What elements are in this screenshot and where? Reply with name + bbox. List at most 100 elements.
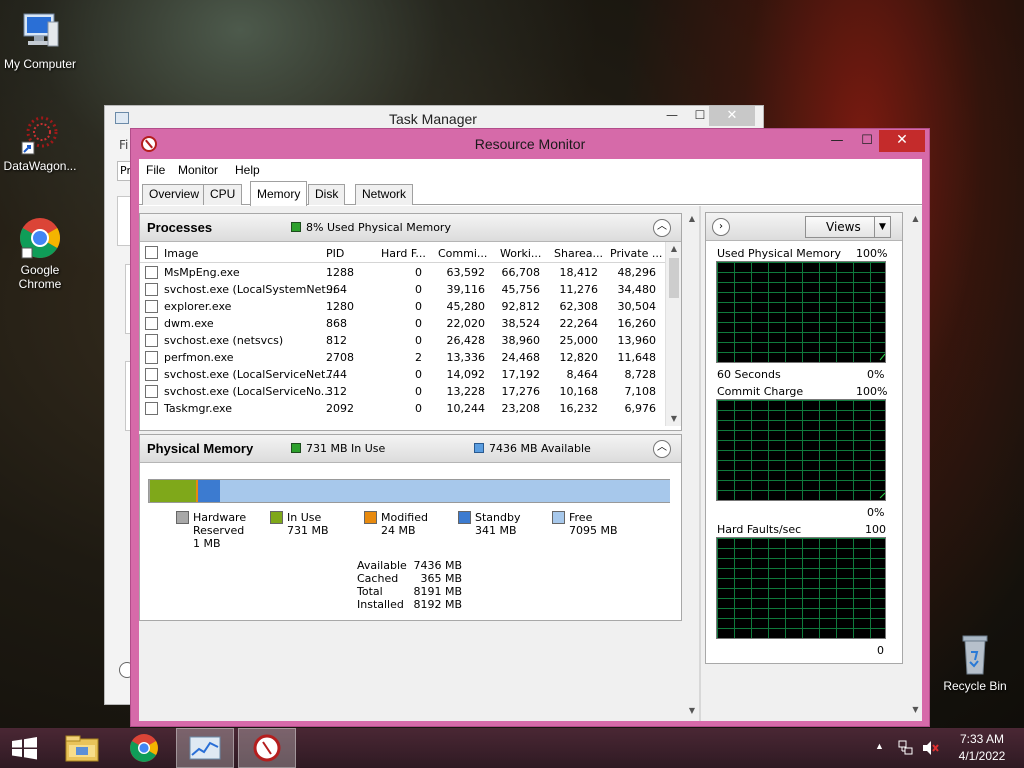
select-all-checkbox[interactable] bbox=[145, 246, 158, 259]
row-checkbox[interactable] bbox=[145, 368, 158, 381]
row-checkbox[interactable] bbox=[145, 351, 158, 364]
taskbar-chrome[interactable] bbox=[116, 728, 174, 768]
scroll-up-arrow-icon[interactable]: ▲ bbox=[666, 242, 682, 256]
left-pane-scrollbar[interactable]: ▲ ▼ bbox=[685, 212, 699, 718]
column-hard-faults[interactable]: Hard F... bbox=[381, 247, 426, 260]
row-checkbox[interactable] bbox=[145, 266, 158, 279]
close-button[interactable]: ✕ bbox=[879, 130, 925, 152]
menu-file[interactable]: File bbox=[146, 163, 165, 177]
tab-disk[interactable]: Disk bbox=[308, 184, 346, 205]
processes-section: Processes 8% Used Physical Memory ︿ Imag… bbox=[139, 213, 682, 431]
tab-cpu[interactable]: CPU bbox=[203, 184, 243, 205]
table-row[interactable]: svchost.exe (LocalSystemNet... 964 0 39,116… bbox=[140, 281, 666, 298]
table-cell: 0 bbox=[415, 402, 422, 415]
pane-splitter[interactable] bbox=[699, 206, 701, 721]
menu-help[interactable]: Help bbox=[235, 163, 260, 177]
column-shareable[interactable]: Sharea... bbox=[554, 247, 603, 260]
volume-muted-icon[interactable] bbox=[921, 739, 939, 760]
desktop-icon-my-computer[interactable]: My Computer bbox=[0, 10, 80, 71]
menu-monitor[interactable]: Monitor bbox=[178, 163, 218, 177]
minimize-button[interactable]: — bbox=[823, 131, 851, 153]
row-checkbox[interactable] bbox=[145, 402, 158, 415]
stat-label: Installed bbox=[357, 598, 404, 611]
column-working-set[interactable]: Worki... bbox=[500, 247, 541, 260]
graphs-scrollbar[interactable]: ▲ ▼ bbox=[909, 212, 922, 717]
table-cell: 45,756 bbox=[501, 283, 541, 296]
table-cell: 48,296 bbox=[617, 266, 657, 279]
stat-label: Available bbox=[357, 559, 407, 572]
row-checkbox[interactable] bbox=[145, 334, 158, 347]
show-hidden-icons-chevron-icon[interactable]: ▲ bbox=[875, 741, 884, 751]
taskbar-task-manager[interactable] bbox=[176, 728, 234, 768]
scroll-down-arrow-icon[interactable]: ▼ bbox=[685, 704, 699, 718]
desktop-icon-recycle-bin[interactable]: Recycle Bin bbox=[935, 632, 1015, 693]
table-row[interactable]: svchost.exe (netsvcs) 812 0 26,428 38,960 25,… bbox=[140, 332, 666, 349]
column-private[interactable]: Private ... bbox=[610, 247, 662, 260]
row-checkbox[interactable] bbox=[145, 385, 158, 398]
start-button[interactable] bbox=[0, 728, 50, 768]
table-row[interactable]: Taskmgr.exe 2092 0 10,244 23,208 16,232 6,976 bbox=[140, 400, 666, 417]
legend-swatch bbox=[364, 511, 377, 524]
processes-scrollbar[interactable]: ▲ ▼ bbox=[665, 242, 681, 426]
scroll-up-arrow-icon[interactable]: ▲ bbox=[909, 212, 922, 226]
minimize-button[interactable]: — bbox=[657, 106, 687, 126]
scroll-down-arrow-icon[interactable]: ▼ bbox=[666, 412, 682, 426]
table-cell: 23,208 bbox=[501, 402, 541, 415]
tab-network[interactable]: Network bbox=[355, 184, 414, 205]
desktop-icon-datawagon[interactable]: DataWagon... bbox=[0, 112, 80, 173]
views-dropdown[interactable]: Views ▼ bbox=[805, 216, 891, 238]
graph-min: 0% bbox=[867, 368, 885, 381]
processes-header[interactable]: Processes 8% Used Physical Memory ︿ bbox=[140, 214, 681, 242]
table-cell: 22,264 bbox=[559, 317, 599, 330]
physical-memory-header[interactable]: Physical Memory 731 MB In Use 7436 MB Av… bbox=[140, 435, 681, 463]
physical-memory-section: Physical Memory 731 MB In Use 7436 MB Av… bbox=[139, 434, 682, 621]
table-cell: 22,020 bbox=[446, 317, 486, 330]
table-row[interactable]: svchost.exe (LocalServiceNet... 744 0 14,09… bbox=[140, 366, 666, 383]
resource-monitor-window[interactable]: Resource Monitor — ☐ ✕ File Monitor Help… bbox=[130, 128, 930, 727]
task-manager-tab-processes[interactable]: Pr bbox=[117, 161, 131, 181]
table-cell: 0 bbox=[415, 266, 422, 279]
scroll-up-arrow-icon[interactable]: ▲ bbox=[685, 212, 699, 226]
taskbar-resource-monitor[interactable] bbox=[238, 728, 296, 768]
memory-bar-segment-standby bbox=[197, 480, 220, 502]
close-button[interactable]: ✕ bbox=[709, 106, 755, 126]
maximize-button[interactable]: ☐ bbox=[853, 131, 881, 153]
task-manager-menu-file[interactable]: Fi bbox=[119, 138, 128, 152]
tab-memory[interactable]: Memory bbox=[250, 181, 308, 206]
legend-text: Free 7095 MB bbox=[569, 511, 618, 537]
expand-arrow-icon[interactable]: › bbox=[712, 218, 730, 236]
table-row[interactable]: explorer.exe 1280 0 45,280 92,812 62,308 30,50… bbox=[140, 298, 666, 315]
clock-date[interactable]: 4/1/2022 bbox=[952, 749, 1012, 763]
clock-time[interactable]: 7:33 AM bbox=[952, 732, 1012, 746]
table-row[interactable]: perfmon.exe 2708 2 13,336 24,468 12,820 11,648 bbox=[140, 349, 666, 366]
stat-value: 8192 MB bbox=[413, 598, 462, 611]
table-row[interactable]: dwm.exe 868 0 22,020 38,524 22,264 16,260 bbox=[140, 315, 666, 332]
table-cell: 2708 bbox=[326, 351, 354, 364]
row-checkbox[interactable] bbox=[145, 283, 158, 296]
tab-overview[interactable]: Overview bbox=[142, 184, 207, 205]
table-cell: MsMpEng.exe bbox=[164, 266, 240, 279]
table-row[interactable]: MsMpEng.exe 1288 0 63,592 66,708 18,412 48,296 bbox=[140, 264, 666, 281]
column-commit[interactable]: Commi... bbox=[438, 247, 487, 260]
tab-strip: Overview CPU Memory Disk Network bbox=[139, 181, 922, 206]
resource-monitor-titlebar[interactable]: Resource Monitor — ☐ ✕ bbox=[131, 129, 929, 159]
row-checkbox[interactable] bbox=[145, 317, 158, 330]
column-pid[interactable]: PID bbox=[326, 247, 344, 260]
row-checkbox[interactable] bbox=[145, 300, 158, 313]
dropdown-arrow-icon[interactable]: ▼ bbox=[874, 217, 890, 237]
taskbar-file-explorer[interactable] bbox=[54, 728, 112, 768]
scroll-thumb[interactable] bbox=[669, 258, 679, 298]
table-cell: 744 bbox=[326, 368, 347, 381]
collapse-chevron-icon[interactable]: ︿ bbox=[653, 440, 671, 458]
network-icon[interactable] bbox=[898, 739, 914, 760]
column-image[interactable]: Image bbox=[164, 247, 198, 260]
table-cell: svchost.exe (LocalServiceNo... bbox=[164, 385, 332, 398]
scroll-down-arrow-icon[interactable]: ▼ bbox=[909, 703, 922, 717]
task-manager-titlebar[interactable]: Task Manager — ☐ ✕ bbox=[105, 106, 763, 130]
table-cell: 10,168 bbox=[559, 385, 599, 398]
table-row[interactable]: svchost.exe (LocalServiceNo... 312 0 13,228… bbox=[140, 383, 666, 400]
table-cell: 7,108 bbox=[624, 385, 657, 398]
desktop-icon-google-chrome[interactable]: Google Chrome bbox=[0, 216, 80, 291]
collapse-chevron-icon[interactable]: ︿ bbox=[653, 219, 671, 237]
table-cell: 2 bbox=[415, 351, 422, 364]
